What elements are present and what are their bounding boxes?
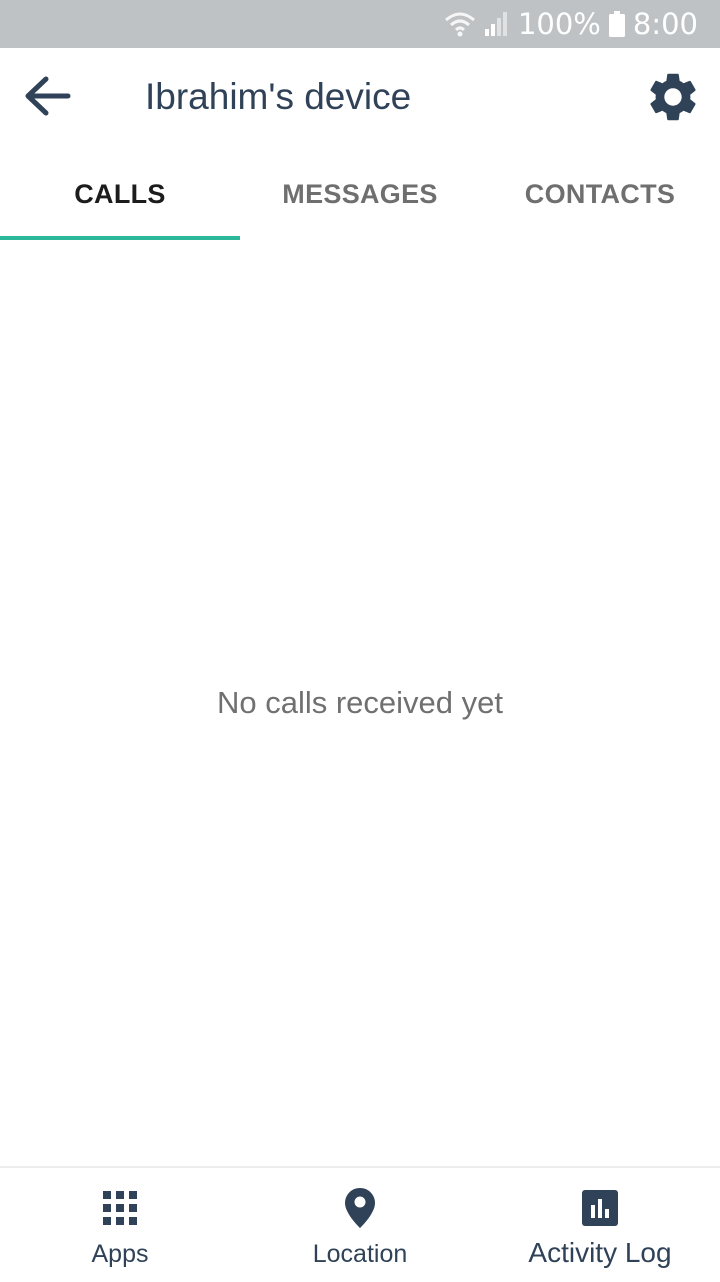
wifi-icon: [444, 11, 476, 37]
empty-state-message: No calls received yet: [216, 685, 503, 720]
tab-messages-label: MESSAGES: [282, 178, 438, 209]
location-pin-icon: [345, 1188, 375, 1228]
tab-calls-label: CALLS: [74, 178, 166, 209]
page-title: Ibrahim's device: [145, 76, 412, 117]
nav-apps-label: Apps: [91, 1240, 149, 1268]
status-icons: 100% 8:00: [444, 0, 698, 48]
signal-icon: [484, 11, 510, 37]
nav-activity-log-label: Activity Log: [528, 1237, 672, 1268]
clock: 8:00: [632, 7, 698, 41]
apps-grid-icon: [103, 1188, 137, 1228]
tab-indicator: [0, 236, 240, 240]
tab-calls[interactable]: CALLS: [0, 148, 240, 240]
battery-level: 100%: [517, 7, 601, 41]
app-bar: Ibrahim's device: [0, 48, 720, 148]
tab-contacts[interactable]: CONTACTS: [480, 148, 720, 240]
nav-location[interactable]: Location: [240, 1168, 480, 1282]
nav-location-label: Location: [312, 1240, 408, 1268]
tab-messages[interactable]: MESSAGES: [240, 148, 480, 240]
tab-bar: CALLS MESSAGES CONTACTS: [0, 148, 720, 240]
status-bar: 100% 8:00: [0, 0, 720, 48]
settings-button[interactable]: [644, 68, 702, 126]
gear-icon: [650, 73, 696, 121]
tab-contacts-label: CONTACTS: [524, 178, 676, 209]
bottom-nav: Apps Location Activity Log: [0, 1166, 720, 1282]
bar-chart-icon: [582, 1188, 618, 1228]
battery-icon: [608, 11, 625, 37]
nav-apps[interactable]: Apps: [0, 1168, 240, 1282]
nav-activity-log[interactable]: Activity Log: [480, 1168, 720, 1282]
back-button[interactable]: [22, 70, 74, 122]
arrow-left-icon: [25, 76, 71, 116]
